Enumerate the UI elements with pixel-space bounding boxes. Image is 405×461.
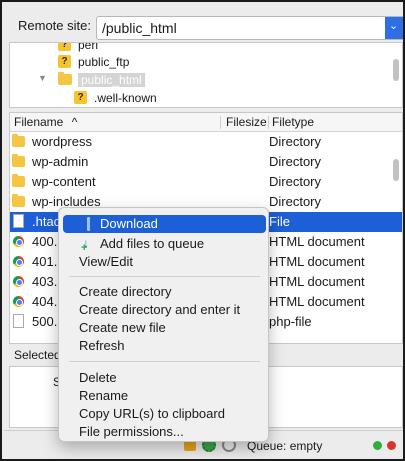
column-header-filename[interactable]: Filename ^ (14, 115, 77, 129)
add-to-queue-icon: ↓ + (81, 236, 89, 254)
remote-site-value: /public_html (102, 20, 177, 36)
chrome-html-icon (13, 296, 24, 307)
file-type: HTML document (269, 234, 365, 249)
file-name: .htac (32, 214, 61, 229)
remote-site-input[interactable]: /public_html ⌄ (96, 16, 403, 40)
folder-icon (12, 174, 25, 187)
file-row-wordpress[interactable]: wordpress Directory (10, 132, 402, 152)
file-icon (13, 214, 24, 228)
chevron-down-icon: ⌄ (389, 20, 399, 32)
column-header-filesize[interactable]: Filesize (226, 115, 267, 129)
file-name: 500. (32, 314, 58, 329)
menu-item-label: Delete (79, 370, 117, 385)
menu-item-view-edit[interactable]: View/Edit (59, 253, 270, 271)
tree-item-label: perl (78, 42, 99, 52)
file-type: php-file (269, 314, 312, 329)
remote-directory-tree[interactable]: ? perl ? public_ftp ▼ public_html ? .wel… (9, 42, 403, 108)
column-header-filename-label: Filename (14, 115, 64, 129)
menu-item-file-permissions[interactable]: File permissions... (59, 423, 270, 441)
tree-item-well-known[interactable]: ? .well-known (74, 88, 157, 107)
menu-item-rename[interactable]: Rename (59, 387, 270, 405)
file-type: Directory (269, 154, 322, 169)
menu-item-create-directory-and-enter[interactable]: Create directory and enter it (59, 301, 270, 319)
menu-item-copy-url[interactable]: Copy URL(s) to clipboard (59, 405, 270, 423)
menu-item-delete[interactable]: Delete (59, 369, 270, 387)
remote-site-bar: Remote site: /public_html ⌄ (4, 4, 403, 46)
file-type: HTML document (269, 274, 365, 289)
selection-status-text: Selected (14, 348, 61, 362)
menu-item-label: Add files to queue (100, 236, 205, 251)
folder-icon (58, 72, 72, 85)
file-name: 401. (32, 254, 58, 269)
filezilla-window: Remote site: /public_html ⌄ ? perl ? pub… (0, 0, 405, 461)
file-type: Directory (269, 194, 322, 209)
file-name: wordpress (32, 134, 92, 149)
column-divider (220, 116, 221, 129)
context-menu: Download ↓ + Add files to queue View/Edit… (58, 207, 269, 442)
remote-site-label: Remote site: (18, 18, 91, 33)
tree-item-label: public_ftp (78, 54, 130, 69)
folder-icon (12, 134, 25, 147)
column-divider (268, 116, 269, 129)
file-icon (13, 314, 24, 328)
menu-item-label: Create directory (79, 284, 172, 299)
folder-icon (12, 154, 25, 167)
download-icon (87, 217, 90, 231)
menu-item-label: Refresh (79, 338, 125, 353)
file-row-wp-content[interactable]: wp-content Directory (10, 172, 402, 192)
remote-site-dropdown-button[interactable]: ⌄ (385, 17, 403, 39)
menu-item-label: View/Edit (79, 254, 133, 269)
menu-item-label: Copy URL(s) to clipboard (79, 406, 225, 421)
menu-item-label: Create directory and enter it (79, 302, 241, 317)
menu-item-download[interactable]: Download (63, 215, 266, 233)
file-name: wp-content (32, 174, 96, 189)
file-name: 403. (32, 274, 58, 289)
file-type: File (269, 214, 290, 229)
chrome-html-icon (13, 256, 24, 267)
menu-item-label: Rename (79, 388, 129, 403)
menu-item-add-files-to-queue[interactable]: ↓ + Add files to queue (59, 235, 270, 254)
file-row-wp-admin[interactable]: wp-admin Directory (10, 152, 402, 172)
sort-ascending-icon: ^ (71, 115, 78, 129)
menu-separator (69, 361, 260, 362)
file-list-scrollbar[interactable] (393, 159, 399, 181)
tree-item-label: public_html (78, 72, 145, 87)
file-type: Directory (269, 134, 322, 149)
unknown-folder-icon: ? (74, 91, 87, 104)
file-type: HTML document (269, 294, 365, 309)
chrome-html-icon (13, 236, 24, 247)
activity-indicator-red-icon (387, 441, 396, 450)
column-header-filetype[interactable]: Filetype (272, 115, 314, 129)
file-type: Directory (269, 174, 322, 189)
file-type: HTML document (269, 254, 365, 269)
folder-icon (12, 194, 25, 207)
menu-item-refresh[interactable]: Refresh (59, 337, 270, 355)
file-name: 400. (32, 234, 58, 249)
expand-triangle-icon[interactable]: ▼ (38, 73, 47, 83)
menu-item-label: Create new file (79, 320, 166, 335)
file-name: 404. (32, 294, 58, 309)
menu-separator (69, 276, 260, 277)
chrome-html-icon (13, 276, 24, 287)
menu-item-create-directory[interactable]: Create directory (59, 283, 270, 301)
activity-indicator-green-icon (373, 441, 382, 450)
tree-item-label: .well-known (94, 90, 157, 105)
file-list-header: Filename ^ Filesize Filetype (10, 113, 402, 132)
tree-item-public-ftp[interactable]: ? public_ftp (58, 52, 129, 71)
menu-item-label: Download (100, 216, 158, 231)
menu-item-create-new-file[interactable]: Create new file (59, 319, 270, 337)
tree-scrollbar[interactable] (393, 59, 399, 81)
unknown-folder-icon: ? (58, 43, 71, 51)
menu-item-label: File permissions... (79, 424, 184, 439)
tree-item-public-html[interactable]: public_html (58, 70, 145, 89)
file-name: wp-admin (32, 154, 89, 169)
unknown-folder-icon: ? (58, 55, 71, 68)
